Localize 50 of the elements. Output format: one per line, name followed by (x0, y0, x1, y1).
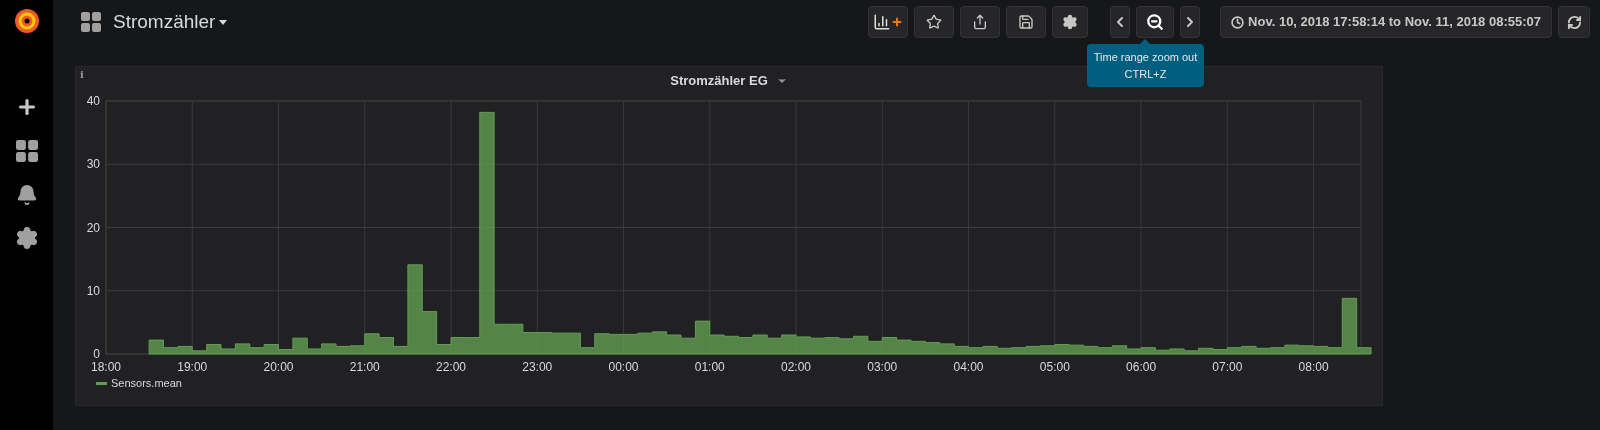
panel-title[interactable]: Stromzähler EG (670, 71, 788, 91)
plus-icon (891, 16, 904, 28)
share-button[interactable] (960, 6, 1001, 38)
clock-icon (1231, 15, 1245, 29)
x-tick-label: 22:00 (436, 360, 467, 374)
settings-button[interactable] (1052, 6, 1089, 38)
star-button[interactable] (914, 6, 955, 38)
x-tick-label: 07:00 (1212, 360, 1243, 374)
x-tick-label: 19:00 (177, 360, 208, 374)
refresh-icon (1566, 14, 1582, 30)
save-button[interactable] (1006, 6, 1047, 38)
y-tick-label: 40 (86, 94, 100, 108)
x-tick-label: 01:00 (694, 360, 725, 374)
x-tick-label: 06:00 (1126, 360, 1157, 374)
x-tick-label: 21:00 (349, 360, 380, 374)
settings-icon (1062, 14, 1079, 30)
x-tick-label: 23:00 (522, 360, 553, 374)
time-range-button[interactable]: Nov. 10, 2018 17:58:14 to Nov. 11, 2018 08:55:07 (1220, 6, 1552, 38)
legend-label[interactable]: Sensors.mean (111, 375, 182, 392)
settings-icon[interactable] (14, 226, 39, 250)
share-icon (972, 14, 989, 30)
x-tick-label: 05:00 (1039, 360, 1070, 374)
bell-icon[interactable] (15, 184, 38, 206)
x-tick-label: 08:00 (1298, 360, 1329, 374)
zoom-out-button[interactable] (1136, 6, 1175, 38)
save-icon (1018, 14, 1035, 30)
x-tick-label: 04:00 (953, 360, 984, 374)
refresh-button[interactable] (1558, 6, 1590, 38)
caret-icon (219, 19, 228, 25)
x-tick-label: 18:00 (91, 360, 121, 374)
y-tick-label: 10 (86, 283, 100, 298)
add-panel-icon (873, 13, 892, 31)
dashboard-title[interactable]: Stromzähler (113, 7, 228, 37)
tooltip-text: Time range zoom out (1093, 49, 1198, 65)
x-tick-label: 20:00 (263, 360, 294, 374)
zoom-out-icon (1146, 13, 1165, 31)
x-tick-label: 00:00 (608, 360, 639, 374)
x-tick-label: 02:00 (781, 360, 812, 374)
x-tick-label: 03:00 (867, 360, 898, 374)
y-tick-label: 20 (86, 220, 100, 235)
shift-forward-button[interactable] (1180, 6, 1201, 38)
shift-back-button[interactable] (1110, 6, 1131, 38)
dashboard-grid-icon[interactable] (81, 12, 101, 32)
add-panel-button[interactable] (868, 6, 909, 38)
star-icon (926, 14, 943, 30)
y-tick-label: 30 (86, 157, 100, 172)
dashboards-icon[interactable] (15, 140, 38, 162)
y-tick-label: 0 (93, 347, 100, 361)
tooltip-text: CTRL+Z (1124, 66, 1167, 82)
info-marker[interactable]: i (80, 67, 84, 82)
